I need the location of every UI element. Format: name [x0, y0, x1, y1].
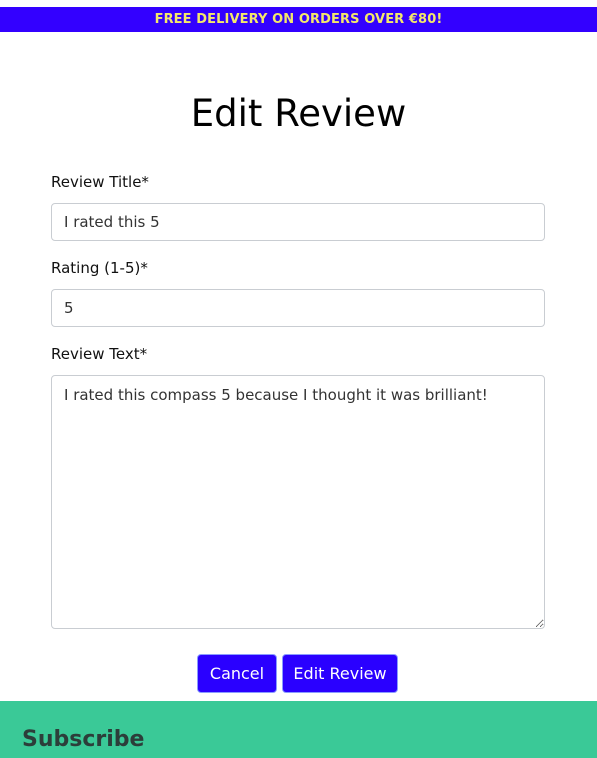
review-title-label: Review Title* — [51, 173, 149, 191]
page-title: Edit Review — [190, 92, 407, 135]
review-text-textarea[interactable]: I rated this compass 5 because I thought… — [51, 375, 545, 629]
review-text-label: Review Text* — [51, 345, 148, 363]
edit-review-button[interactable]: Edit Review — [282, 654, 398, 693]
promo-banner: FREE DELIVERY ON ORDERS OVER €80! — [0, 7, 597, 32]
cancel-button[interactable]: Cancel — [197, 654, 277, 693]
footer: Subscribe — [0, 701, 597, 758]
subscribe-heading: Subscribe — [22, 727, 145, 752]
rating-input[interactable] — [51, 289, 545, 327]
review-title-input[interactable] — [51, 203, 545, 241]
rating-label: Rating (1-5)* — [51, 259, 148, 277]
promo-text: FREE DELIVERY ON ORDERS OVER €80! — [154, 12, 443, 27]
